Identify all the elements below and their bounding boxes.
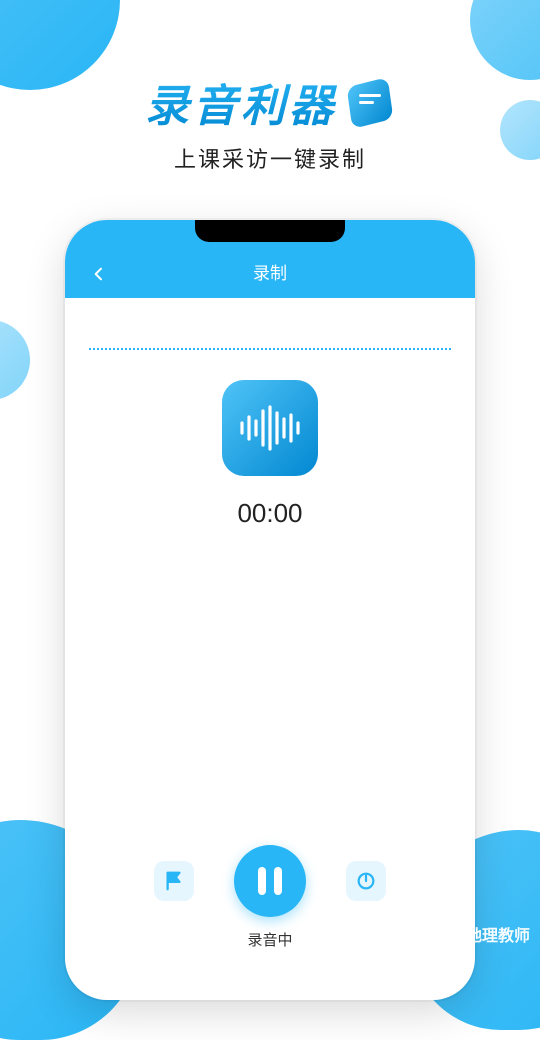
power-icon [355,870,377,892]
recording-status-label: 录音中 [247,929,292,950]
waveform-icon [237,403,303,453]
recording-timer: 00:00 [89,498,451,529]
flag-icon [163,870,185,892]
phone-notch [195,220,345,242]
chevron-left-icon [91,266,107,282]
app-body: 00:00 [65,298,475,529]
watermark: DLJS.CN 地理教师 [430,918,530,950]
recording-controls: 录音中 [65,845,475,950]
controls-row [154,845,386,917]
promo-title: 录音利器 [145,70,337,134]
pause-icon [258,867,282,895]
pause-button[interactable] [234,845,306,917]
waveform-divider [89,348,451,350]
chat-bubble-icon [347,78,395,126]
waveform-tile[interactable] [222,380,318,476]
app-header-title: 录制 [253,259,287,284]
bg-blob-mid-left [0,320,30,400]
promo-header: 录音利器 上课采访一键录制 [0,0,540,174]
watermark-text: 地理教师 [466,922,530,946]
stop-button[interactable] [346,861,386,901]
phone-mockup: 录制 00:00 [65,220,475,1000]
promo-subtitle: 上课采访一键录制 [0,142,540,174]
flag-marker-button[interactable] [154,861,194,901]
back-button[interactable] [87,262,111,286]
promo-title-row: 录音利器 [0,70,540,134]
watermark-seal: DLJS.CN [430,918,462,950]
